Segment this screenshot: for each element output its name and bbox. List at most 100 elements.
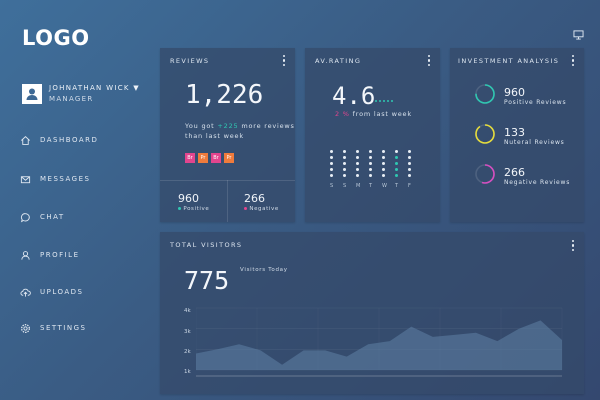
rating-dot bbox=[375, 100, 377, 102]
sidebar-item-chat[interactable]: CHAT bbox=[20, 210, 65, 224]
home-icon bbox=[21, 135, 30, 145]
more-options-button[interactable] bbox=[283, 55, 286, 66]
negative-label: Negative bbox=[244, 206, 279, 212]
positive-dot bbox=[178, 207, 181, 210]
tag-badge[interactable]: Br bbox=[211, 153, 221, 163]
logo[interactable]: LOGO bbox=[22, 26, 90, 50]
rating-value: 4.6 bbox=[332, 82, 376, 110]
sidebar-item-label: MESSAGES bbox=[40, 175, 91, 183]
negative-value: 266 bbox=[244, 192, 265, 205]
rating-change: 2 % from last week bbox=[335, 110, 412, 118]
rating-dot bbox=[387, 100, 389, 102]
day-label: T bbox=[395, 183, 399, 189]
rating-grid-dot bbox=[395, 162, 398, 165]
positive-label: Positive bbox=[178, 206, 209, 212]
divider bbox=[227, 180, 228, 222]
day-label: F bbox=[408, 183, 411, 189]
monitor-button[interactable] bbox=[573, 25, 584, 44]
sidebar-item-label: PROFILE bbox=[40, 251, 80, 259]
rating-grid-dot bbox=[408, 168, 411, 171]
positive-label-text: Positive bbox=[183, 206, 210, 212]
day-label: M bbox=[356, 183, 361, 189]
day-label: W bbox=[382, 183, 387, 189]
rating-dot bbox=[383, 100, 385, 102]
rating-grid-dot bbox=[395, 156, 398, 159]
y-tick-label: 3k bbox=[184, 329, 191, 335]
more-options-button[interactable] bbox=[428, 55, 431, 66]
user-avatar-icon bbox=[26, 88, 38, 100]
sidebar-item-label: UPLOADS bbox=[40, 288, 84, 296]
rating-grid-dot bbox=[343, 174, 346, 177]
rating-grid-dot bbox=[343, 156, 346, 159]
y-tick-label: 4k bbox=[184, 308, 191, 314]
ring-positive bbox=[474, 83, 496, 109]
rating-grid-dot bbox=[408, 174, 411, 177]
review-tags: Br Pr Br Pr bbox=[185, 153, 234, 163]
rating-grid-dot bbox=[369, 156, 372, 159]
more-options-button[interactable] bbox=[572, 55, 575, 66]
sidebar-item-label: SETTINGS bbox=[40, 324, 87, 332]
reviews-value: 1,226 bbox=[185, 80, 264, 110]
rating-dots bbox=[375, 100, 393, 102]
user-name-dropdown[interactable]: JOHNATHAN WICK ▼ bbox=[49, 84, 140, 92]
rating-grid-dot bbox=[343, 150, 346, 153]
rating-grid-dot bbox=[330, 174, 333, 177]
rating-card: AV.RATING 4.6 2 % from last week S S M T… bbox=[305, 48, 440, 222]
rating-grid-dot bbox=[408, 156, 411, 159]
sidebar-item-uploads[interactable]: UPLOADS bbox=[20, 285, 84, 299]
avatar[interactable] bbox=[22, 84, 42, 104]
user-icon bbox=[21, 250, 30, 260]
ring-label: Positive Reviews bbox=[504, 99, 567, 106]
chat-bubble-icon bbox=[20, 212, 30, 222]
note-suffix: more reviews bbox=[241, 122, 295, 130]
visitors-area-chart bbox=[196, 307, 563, 377]
tag-badge[interactable]: Pr bbox=[224, 153, 234, 163]
rating-grid-dot bbox=[356, 174, 359, 177]
card-title: AV.RATING bbox=[315, 57, 362, 65]
gear-icon bbox=[21, 323, 30, 333]
y-tick-label: 1k bbox=[184, 369, 191, 375]
cloud-upload-icon bbox=[20, 288, 31, 297]
sidebar-item-settings[interactable]: SETTINGS bbox=[20, 321, 86, 335]
user-role: MANAGER bbox=[49, 95, 94, 103]
note-highlight: +225 bbox=[217, 122, 239, 130]
ring-value: 266 bbox=[504, 166, 525, 179]
rating-change-suffix: from last week bbox=[352, 110, 412, 118]
positive-value: 960 bbox=[178, 192, 199, 205]
reviews-note: You got +225 more reviews bbox=[185, 122, 295, 130]
rating-grid-dot bbox=[395, 168, 398, 171]
day-labels: S S M T W T F bbox=[330, 183, 420, 191]
rating-grid-dot bbox=[330, 162, 333, 165]
visitors-value: 775 bbox=[184, 266, 230, 295]
ring-label: Negative Reviews bbox=[504, 179, 571, 186]
day-label: S bbox=[330, 183, 334, 189]
rating-grid-dot bbox=[382, 174, 385, 177]
rating-grid-dot bbox=[356, 168, 359, 171]
rating-grid-dot bbox=[330, 168, 333, 171]
rating-grid-dot bbox=[356, 162, 359, 165]
sidebar-item-messages[interactable]: MESSAGES bbox=[20, 172, 90, 186]
visitors-label: Visitors Today bbox=[240, 267, 288, 273]
rating-grid-dot bbox=[369, 168, 372, 171]
day-label: T bbox=[369, 183, 373, 189]
card-title: INVESTMENT ANALYSIS bbox=[458, 57, 560, 65]
rating-dot bbox=[391, 100, 393, 102]
tag-badge[interactable]: Pr bbox=[198, 153, 208, 163]
rating-grid-dot bbox=[330, 150, 333, 153]
rating-grid-dot bbox=[395, 174, 398, 177]
ring-negative bbox=[474, 163, 496, 189]
reviews-note-line2: than last week bbox=[185, 132, 244, 140]
more-options-button[interactable] bbox=[572, 240, 575, 251]
rating-change-value: 2 % bbox=[335, 110, 350, 118]
progress-ring-icon bbox=[475, 84, 495, 104]
rating-grid-dot bbox=[382, 156, 385, 159]
day-label: S bbox=[343, 183, 347, 189]
ring-neutral bbox=[474, 123, 496, 149]
negative-label-text: Negative bbox=[249, 206, 279, 212]
sidebar-item-dashboard[interactable]: DASHBOARD bbox=[20, 133, 98, 147]
rating-dot bbox=[379, 100, 381, 102]
tag-badge[interactable]: Br bbox=[185, 153, 195, 163]
sidebar-item-profile[interactable]: PROFILE bbox=[20, 248, 80, 262]
rating-grid-dot bbox=[369, 162, 372, 165]
rating-grid-dot bbox=[382, 150, 385, 153]
